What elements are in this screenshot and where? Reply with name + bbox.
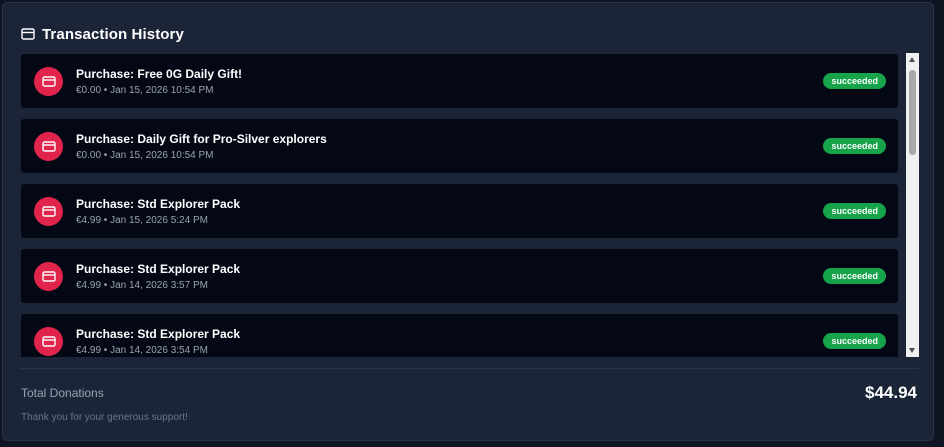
credit-card-icon — [34, 327, 63, 356]
page-title: Transaction History — [42, 25, 184, 43]
transaction-date: Jan 15, 2026 10:54 PM — [110, 85, 214, 96]
transaction-amount: €0.00 — [76, 85, 102, 96]
status-badge: succeeded — [823, 138, 886, 154]
status-badge: succeeded — [823, 333, 886, 349]
total-donations-label: Total Donations — [21, 386, 104, 400]
transaction-history-panel: Transaction History Purchase: Free 0G Da… — [2, 2, 934, 441]
transaction-row[interactable]: Purchase: Std Explorer Pack €4.99 • Jan … — [20, 248, 899, 304]
scroll-up-arrow-icon[interactable] — [909, 57, 915, 62]
scrollbar[interactable] — [906, 53, 919, 357]
transaction-row[interactable]: Purchase: Free 0G Daily Gift! €0.00 • Ja… — [20, 53, 899, 109]
transaction-row[interactable]: Purchase: Daily Gift for Pro-Silver expl… — [20, 118, 899, 174]
transaction-row[interactable]: Purchase: Std Explorer Pack €4.99 • Jan … — [20, 313, 899, 357]
transaction-amount: €0.00 — [76, 150, 102, 161]
transaction-name: Purchase: Free 0G Daily Gift! — [76, 67, 243, 81]
transaction-row[interactable]: Purchase: Std Explorer Pack €4.99 • Jan … — [20, 183, 899, 239]
transaction-amount: €4.99 — [76, 215, 102, 226]
transaction-amount: €4.99 — [76, 345, 102, 356]
transaction-list: Purchase: Free 0G Daily Gift! €0.00 • Ja… — [20, 53, 900, 357]
transaction-amount: €4.99 — [76, 280, 102, 291]
transaction-name: Purchase: Std Explorer Pack — [76, 197, 241, 211]
transaction-meta: €4.99 • Jan 14, 2026 3:54 PM — [76, 345, 208, 356]
status-badge: succeeded — [823, 73, 886, 89]
transaction-list-viewport[interactable]: Purchase: Free 0G Daily Gift! €0.00 • Ja… — [20, 53, 920, 357]
divider — [20, 368, 919, 369]
transaction-date: Jan 15, 2026 10:54 PM — [110, 150, 214, 161]
transaction-name: Purchase: Std Explorer Pack — [76, 327, 241, 341]
transaction-meta: €0.00 • Jan 15, 2026 10:54 PM — [76, 85, 214, 96]
transaction-date: Jan 15, 2026 5:24 PM — [110, 215, 208, 226]
credit-card-icon — [34, 67, 63, 96]
transaction-meta: €4.99 • Jan 15, 2026 5:24 PM — [76, 215, 208, 226]
panel-header: Transaction History — [21, 24, 184, 44]
transaction-name: Purchase: Daily Gift for Pro-Silver expl… — [76, 132, 327, 146]
status-badge: succeeded — [823, 203, 886, 219]
credit-card-icon — [21, 28, 35, 40]
transaction-meta: €4.99 • Jan 14, 2026 3:57 PM — [76, 280, 208, 291]
credit-card-icon — [34, 197, 63, 226]
credit-card-icon — [34, 262, 63, 291]
transaction-date: Jan 14, 2026 3:57 PM — [110, 280, 208, 291]
status-badge: succeeded — [823, 268, 886, 284]
transaction-name: Purchase: Std Explorer Pack — [76, 262, 241, 276]
scroll-down-arrow-icon[interactable] — [909, 348, 915, 353]
transaction-date: Jan 14, 2026 3:54 PM — [110, 345, 208, 356]
thank-you-message: Thank you for your generous support! — [21, 412, 188, 423]
credit-card-icon — [34, 132, 63, 161]
transaction-meta: €0.00 • Jan 15, 2026 10:54 PM — [76, 150, 214, 161]
scrollbar-thumb[interactable] — [909, 70, 916, 155]
total-donations-value: $44.94 — [865, 383, 917, 402]
